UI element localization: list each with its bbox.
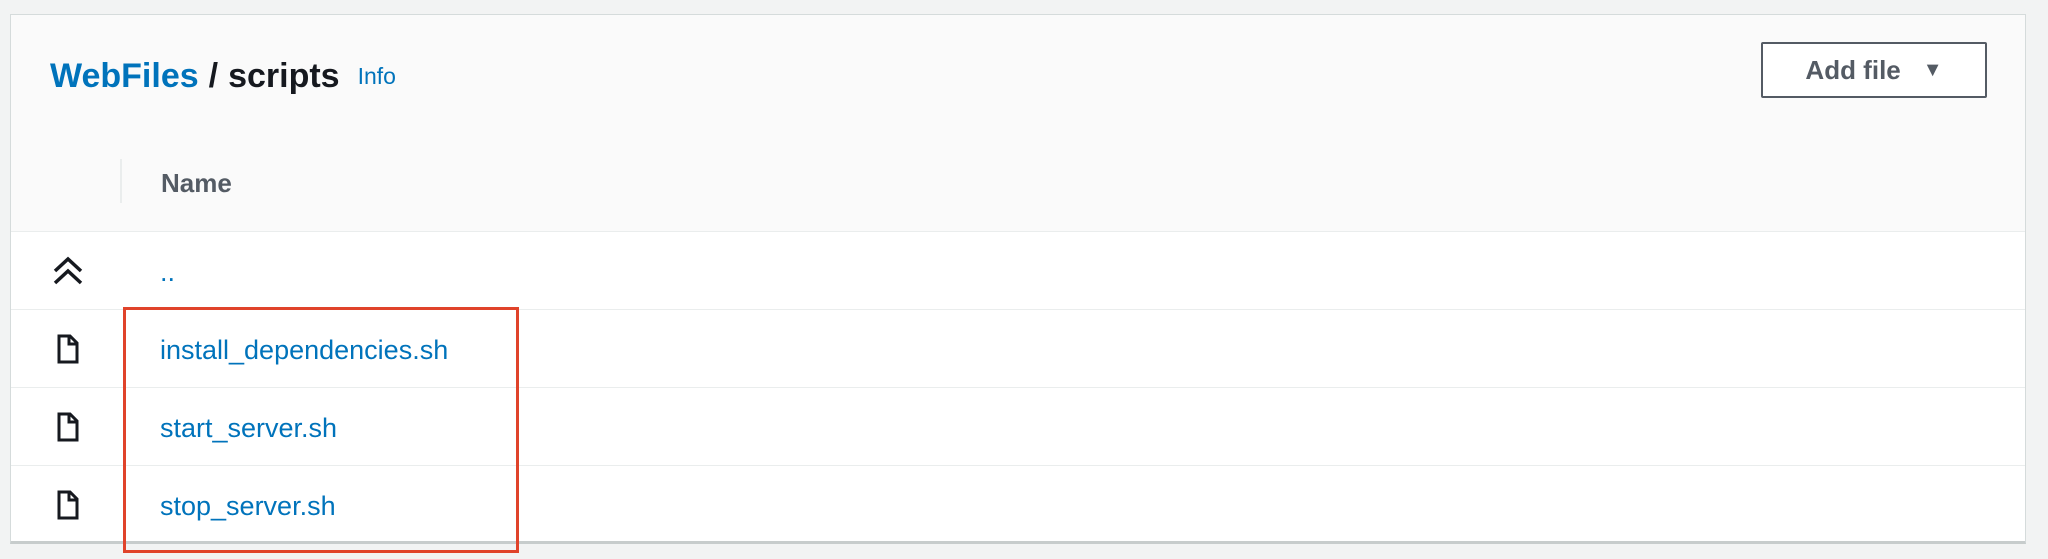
breadcrumb-separator: / (208, 57, 219, 95)
parent-folder-link[interactable]: .. (160, 257, 175, 288)
panel-header: WebFiles / scripts Info Add file ▼ (11, 15, 2025, 136)
file-link[interactable]: install_dependencies.sh (160, 335, 448, 366)
breadcrumb: WebFiles / scripts Info (50, 57, 396, 96)
info-link[interactable]: Info (358, 63, 396, 89)
table-row[interactable]: install_dependencies.sh (11, 310, 2025, 388)
add-file-button[interactable]: Add file ▼ (1761, 42, 1987, 98)
breadcrumb-root-link[interactable]: WebFiles (50, 57, 199, 95)
breadcrumb-current: scripts (228, 57, 340, 95)
file-link[interactable]: stop_server.sh (160, 491, 336, 522)
column-header-name[interactable]: Name (161, 168, 232, 199)
parent-folder-icon (51, 255, 85, 287)
file-icon (51, 333, 85, 365)
table-row-parent[interactable]: .. (11, 232, 2025, 310)
table-header: Name (11, 135, 2025, 232)
file-link[interactable]: start_server.sh (160, 413, 337, 444)
file-browser-panel: WebFiles / scripts Info Add file ▼ Name .. … (10, 14, 2026, 544)
table-row[interactable]: stop_server.sh (11, 466, 2025, 544)
add-file-label: Add file (1805, 54, 1901, 85)
table-row[interactable]: start_server.sh (11, 388, 2025, 466)
file-icon (51, 411, 85, 443)
column-divider (120, 159, 122, 203)
file-icon (51, 489, 85, 521)
caret-down-icon: ▼ (1922, 58, 1943, 81)
